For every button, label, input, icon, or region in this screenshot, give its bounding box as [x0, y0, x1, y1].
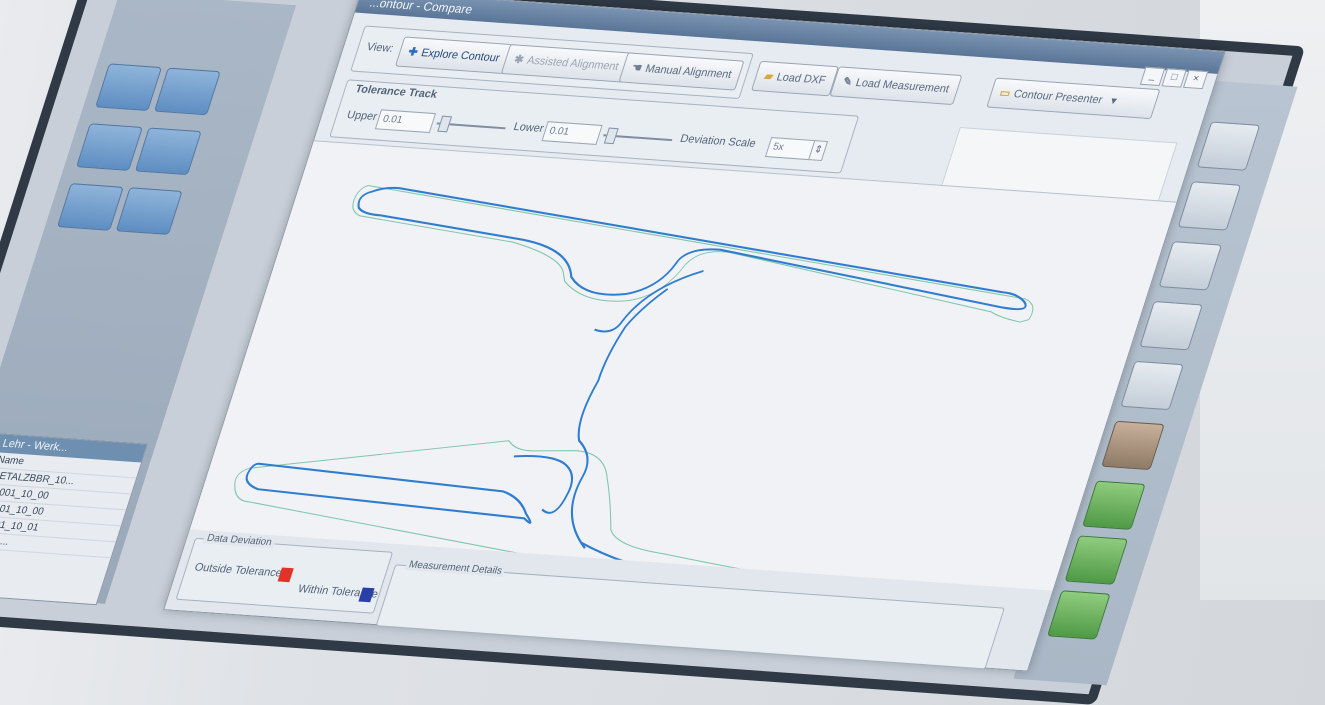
left-tool-tile[interactable] [134, 127, 202, 176]
load-dxf-button[interactable]: ▰Load DXF [750, 60, 839, 97]
plus-icon: ✚ [406, 46, 420, 59]
close-button[interactable]: × [1182, 69, 1209, 90]
assisted-alignment-button[interactable]: ✱Assisted Alignment [500, 43, 632, 83]
upper-label: Upper [345, 109, 379, 124]
measure-icon[interactable] [1082, 480, 1146, 530]
data-deviation-group: Data Deviation Outside Tolerance Within … [175, 532, 394, 614]
manual-alignment-button[interactable]: ☚Manual Alignment [618, 52, 745, 91]
left-tool-tile[interactable] [75, 123, 143, 171]
hand-icon: ☚ [630, 61, 644, 75]
contour-presenter-label: Contour Presenter [1012, 88, 1104, 107]
network-icon[interactable] [1196, 121, 1261, 171]
measurement-details-group: Measurement Details [375, 559, 1005, 670]
window-controls: _ □ × [1139, 66, 1209, 90]
tolerance-band-path [352, 185, 1034, 323]
explore-contour-button[interactable]: ✚Explore Contour [394, 36, 513, 75]
pencil-icon[interactable] [1120, 360, 1184, 411]
report-icon[interactable] [1046, 590, 1111, 640]
left-tool-tile[interactable] [153, 67, 221, 116]
gear-icon: ✱ [512, 53, 526, 67]
deviation-scale-label: Deviation Scale [678, 132, 758, 151]
view-label: View: [365, 41, 396, 55]
data-deviation-label: Data Deviation [202, 532, 277, 549]
left-tool-tile[interactable] [56, 183, 124, 231]
contour-path [245, 455, 574, 524]
grid-icon[interactable] [1139, 300, 1204, 351]
monitor-frame: Lehr - Werk... Name NETALZBBR_10... P000… [0, 0, 1306, 705]
measurement-details-label: Measurement Details [404, 559, 507, 578]
load-measurement-button[interactable]: ✎Load Measurement [829, 66, 963, 106]
shapes-icon[interactable] [1177, 181, 1242, 231]
hand-icon[interactable] [1101, 420, 1165, 471]
presenter-icon: ▭ [997, 87, 1012, 100]
folder-icon: ▰ [762, 70, 775, 83]
chevron-down-icon: ▾ [1109, 95, 1119, 108]
chart-icon[interactable] [1064, 535, 1129, 585]
manual-alignment-label: Manual Alignment [643, 62, 734, 81]
left-tool-tile[interactable] [115, 187, 183, 235]
file-list: Lehr - Werk... Name NETALZBBR_10... P000… [0, 433, 149, 606]
contour-plot-svg [234, 185, 1034, 621]
screen: Lehr - Werk... Name NETALZBBR_10... P000… [0, 0, 1298, 695]
lower-input[interactable]: 0.01 [541, 121, 603, 145]
contour-presenter-dropdown[interactable]: ▭Contour Presenter ▾ [986, 77, 1161, 120]
load-dxf-label: Load DXF [774, 71, 828, 87]
upper-input[interactable]: 0.01 [374, 109, 437, 134]
contour-plot-area[interactable] [189, 140, 1177, 621]
contour-path [570, 270, 704, 549]
lower-label: Lower [511, 120, 546, 135]
probe-icon: ✎ [841, 75, 854, 89]
tolerance-track-label: Tolerance Track [353, 83, 439, 101]
load-measurement-label: Load Measurement [854, 76, 951, 96]
tools-icon[interactable] [1158, 241, 1223, 291]
assisted-alignment-label: Assisted Alignment [525, 54, 621, 73]
outside-tolerance-label: Outside Tolerance [192, 561, 284, 580]
explore-contour-label: Explore Contour [419, 46, 502, 65]
contour-path [357, 186, 1027, 311]
left-tool-tile[interactable] [95, 63, 163, 112]
